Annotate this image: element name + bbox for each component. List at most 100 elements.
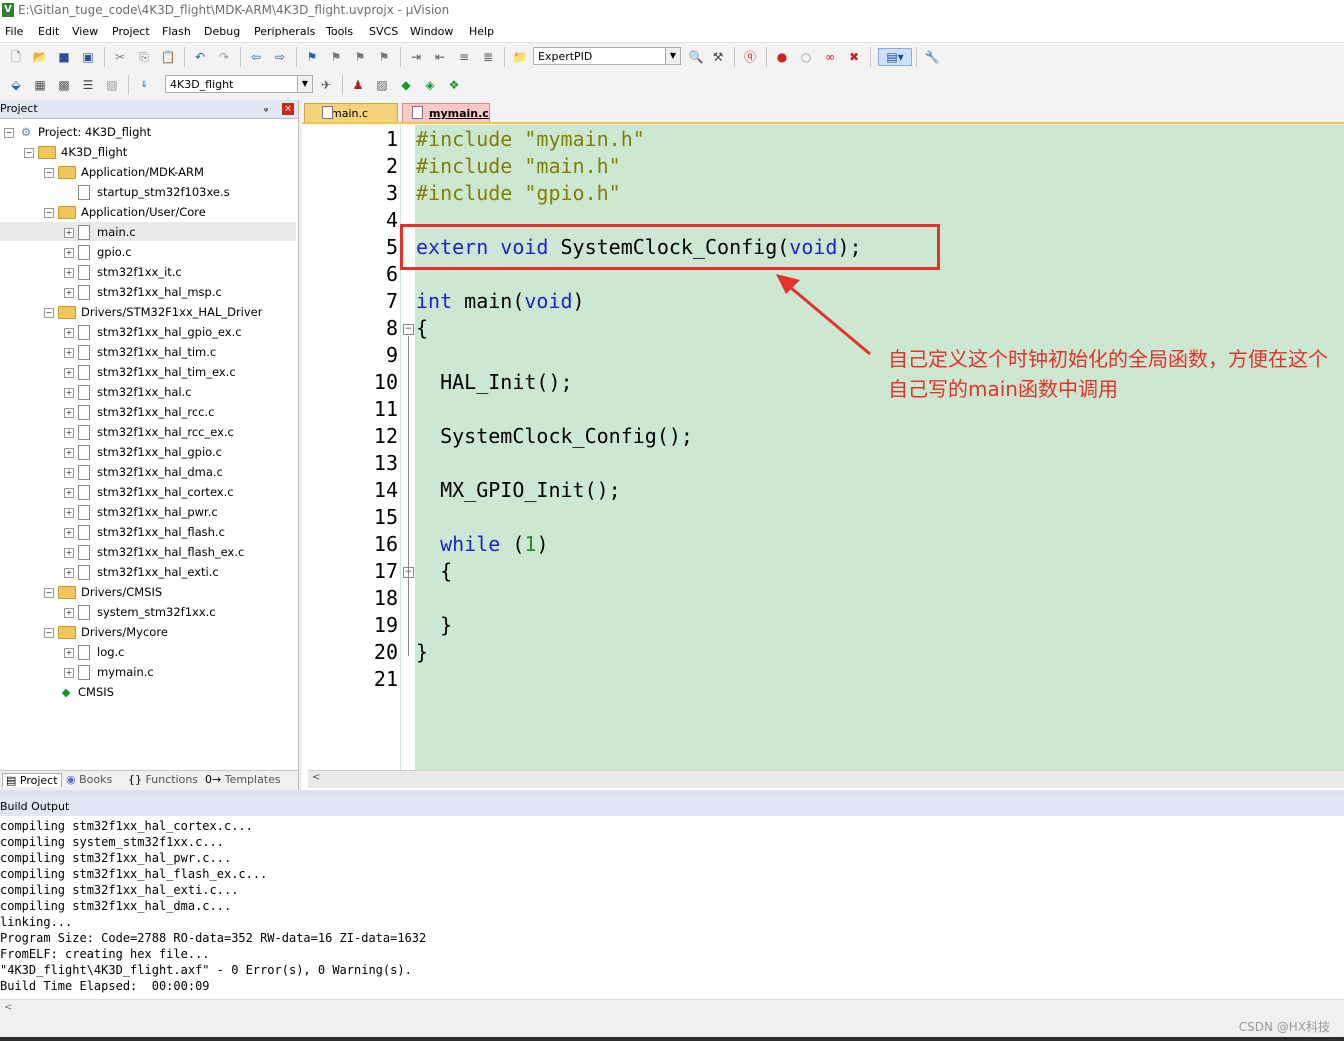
download-icon[interactable]: ⇓ <box>136 77 152 93</box>
expand-icon[interactable]: + <box>64 547 74 558</box>
find-in-files-icon[interactable]: 📁 <box>512 49 528 65</box>
code-line[interactable]: while (1) <box>416 531 548 558</box>
scroll-left-icon[interactable]: < <box>4 1002 12 1013</box>
expand-icon[interactable]: + <box>64 347 74 358</box>
tree-item[interactable]: + stm32f1xx_hal_gpio_ex.c <box>64 322 242 342</box>
tree-item[interactable]: + system_stm32f1xx.c <box>64 602 216 622</box>
code-line[interactable]: } <box>416 612 452 639</box>
tree-item[interactable]: − Drivers/Mycore <box>44 622 168 642</box>
select-packs-icon[interactable]: ◆ <box>398 77 414 93</box>
menu-project[interactable]: Project <box>112 25 150 38</box>
expand-icon[interactable]: + <box>64 387 74 398</box>
rebuild-icon[interactable]: ▩ <box>56 77 72 93</box>
manage-project-items-icon[interactable]: ♟ <box>350 77 366 93</box>
next-bookmark-icon[interactable]: ⚑ <box>352 49 368 65</box>
tree-item[interactable]: + stm32f1xx_hal_rcc_ex.c <box>64 422 234 442</box>
fold-toggle-icon[interactable]: − <box>403 324 414 335</box>
code-line[interactable]: #include "gpio.h" <box>416 180 621 207</box>
code-line[interactable]: int main(void) <box>416 288 585 315</box>
collapse-icon[interactable]: − <box>44 207 54 218</box>
tab-main-c[interactable]: main.c <box>304 103 398 122</box>
incremental-find-icon[interactable]: ⚒ <box>710 49 726 65</box>
menu-flash[interactable]: Flash <box>162 25 191 38</box>
tree-item[interactable]: + stm32f1xx_it.c <box>64 262 182 282</box>
paste-icon[interactable]: 📋 <box>160 49 176 65</box>
expand-icon[interactable]: + <box>64 507 74 518</box>
collapse-icon[interactable]: − <box>44 587 54 598</box>
code-line[interactable]: #include "main.h" <box>416 153 621 180</box>
tab-templates[interactable]: 0→ Templates <box>205 773 281 786</box>
tree-item[interactable]: + stm32f1xx_hal_flash.c <box>64 522 225 542</box>
expand-icon[interactable]: + <box>64 667 74 678</box>
menu-help[interactable]: Help <box>469 25 494 38</box>
expand-icon[interactable]: + <box>64 487 74 498</box>
target-combo[interactable]: 4K3D_flight ▼ <box>165 75 313 93</box>
tree-item[interactable]: + mymain.c <box>64 662 154 682</box>
expand-icon[interactable]: + <box>64 227 74 238</box>
target-options-icon[interactable]: ✈ <box>318 77 334 93</box>
tree-item[interactable]: + main.c <box>64 222 136 242</box>
comment-icon[interactable]: ≡ <box>456 49 472 65</box>
prev-bookmark-icon[interactable]: ⚑ <box>328 49 344 65</box>
manage-rte-icon[interactable]: ◈ <box>422 77 438 93</box>
menu-peripherals[interactable]: Peripherals <box>254 25 315 38</box>
save-all-icon[interactable]: ▣ <box>80 49 96 65</box>
unindent-icon[interactable]: ⇤ <box>432 49 448 65</box>
enable-breakpoint-icon[interactable]: ○ <box>798 49 814 65</box>
undo-icon[interactable]: ↶ <box>192 49 208 65</box>
menu-view[interactable]: View <box>72 25 98 38</box>
expand-icon[interactable]: + <box>64 247 74 258</box>
chevron-down-icon[interactable]: ▼ <box>297 76 312 92</box>
tree-item[interactable]: startup_stm32f103xe.s <box>64 182 230 202</box>
tree-item[interactable]: + stm32f1xx_hal_tim_ex.c <box>64 362 236 382</box>
tree-item[interactable]: + stm32f1xx_hal_rcc.c <box>64 402 214 422</box>
expand-icon[interactable]: + <box>64 427 74 438</box>
pin-icon[interactable]: ᵩ <box>264 103 268 114</box>
code-line[interactable]: { <box>416 315 428 342</box>
expand-icon[interactable]: + <box>64 527 74 538</box>
code-line[interactable]: { <box>416 558 452 585</box>
menu-debug[interactable]: Debug <box>204 25 240 38</box>
expand-icon[interactable]: + <box>64 607 74 618</box>
collapse-icon[interactable]: − <box>44 167 54 178</box>
collapse-icon[interactable]: − <box>24 147 34 158</box>
code-line[interactable]: HAL_Init(); <box>416 369 572 396</box>
tree-item[interactable]: + stm32f1xx_hal_exti.c <box>64 562 219 582</box>
tree-item[interactable]: − ⚙ Project: 4K3D_flight <box>4 122 151 142</box>
expand-icon[interactable]: + <box>64 447 74 458</box>
nav-back-icon[interactable]: ⇦ <box>248 49 264 65</box>
tree-item[interactable]: + stm32f1xx_hal_msp.c <box>64 282 222 302</box>
menu-edit[interactable]: Edit <box>38 25 59 38</box>
collapse-icon[interactable]: − <box>4 127 14 138</box>
tree-item[interactable]: ◆ CMSIS <box>44 682 114 702</box>
code-line[interactable]: MX_GPIO_Init(); <box>416 477 621 504</box>
tree-item[interactable]: + stm32f1xx_hal_cortex.c <box>64 482 234 502</box>
tab-project[interactable]: ▤ Project <box>2 773 62 787</box>
insert-breakpoint-icon[interactable]: ● <box>774 49 790 65</box>
translate-icon[interactable]: ⬙ <box>8 77 24 93</box>
build-icon[interactable]: ▦ <box>32 77 48 93</box>
new-file-icon[interactable]: 🗋 <box>8 49 24 65</box>
batch-build-icon[interactable]: ☰ <box>80 77 96 93</box>
stop-build-icon[interactable]: ▧ <box>104 77 120 93</box>
code-line[interactable]: #include "mymain.h" <box>416 126 645 153</box>
cut-icon[interactable]: ✂ <box>112 49 128 65</box>
expand-icon[interactable]: + <box>64 367 74 378</box>
uncomment-icon[interactable]: ≣ <box>480 49 496 65</box>
tree-item[interactable]: − Application/User/Core <box>44 202 206 222</box>
scroll-left-icon[interactable]: < <box>312 772 320 783</box>
tree-item[interactable]: + stm32f1xx_hal.c <box>64 382 192 402</box>
expand-icon[interactable]: + <box>64 647 74 658</box>
expand-icon[interactable]: + <box>64 567 74 578</box>
collapse-icon[interactable]: − <box>44 307 54 318</box>
nav-forward-icon[interactable]: ⇨ <box>272 49 288 65</box>
chevron-down-icon[interactable]: ▼ <box>665 48 680 64</box>
save-icon[interactable]: ■ <box>56 49 72 65</box>
tree-item[interactable]: + stm32f1xx_hal_pwr.c <box>64 502 218 522</box>
tree-item[interactable]: − Application/MDK-ARM <box>44 162 204 182</box>
expand-icon[interactable]: + <box>64 327 74 338</box>
find-icon[interactable]: 🔍 <box>688 49 704 65</box>
close-icon[interactable]: × <box>282 103 294 115</box>
code-line[interactable]: SystemClock_Config(); <box>416 423 693 450</box>
menu-tools[interactable]: Tools <box>326 25 353 38</box>
